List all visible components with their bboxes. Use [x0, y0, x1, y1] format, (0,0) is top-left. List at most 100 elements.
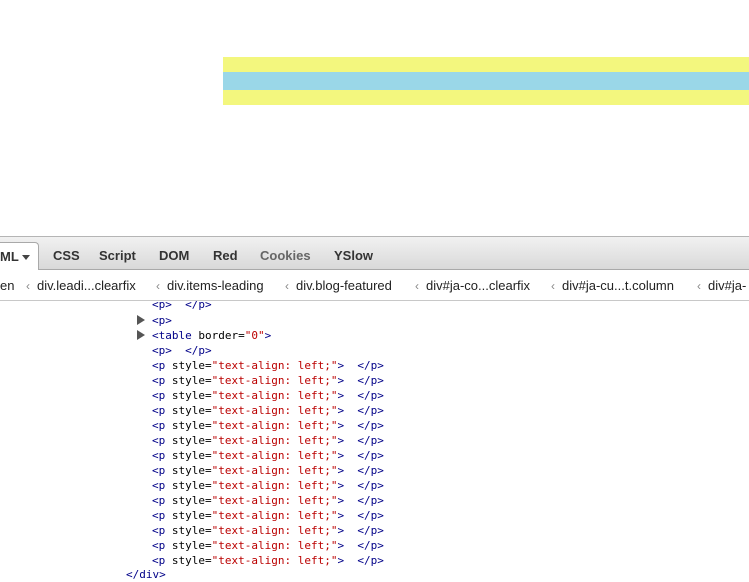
attr-value: "text-align: left;": [211, 539, 338, 552]
attr-value: "text-align: left;": [211, 389, 338, 402]
tag-close: > </p>: [337, 449, 384, 462]
breadcrumb-label: div.leadi...clearfix: [37, 278, 136, 293]
breadcrumb-item[interactable]: ‹ div.items-leading: [156, 278, 264, 293]
attr-value: "text-align: left;": [211, 509, 338, 522]
tab-yslow[interactable]: YSlow: [334, 242, 373, 271]
breadcrumb-item[interactable]: ‹ div#ja-cu...t.column: [551, 278, 674, 293]
breadcrumb-item[interactable]: ‹ div#ja-: [697, 278, 746, 293]
attr-name: style: [171, 539, 205, 552]
attr-value: "text-align: left;": [211, 449, 338, 462]
chevron-left-icon: ‹: [285, 279, 289, 293]
page-viewport: [0, 0, 749, 236]
breadcrumb-label: div#ja-: [708, 278, 747, 293]
tag-name: <p: [152, 464, 166, 477]
tree-node[interactable]: <p style="text-align: left;"> </p>: [152, 433, 384, 448]
attr-name: style: [171, 464, 205, 477]
chevron-down-icon[interactable]: [21, 255, 30, 261]
tag-name: <p: [152, 419, 166, 432]
tag-close: >: [264, 329, 272, 342]
tag-close: > </p>: [337, 539, 384, 552]
tab-dom[interactable]: DOM: [159, 242, 189, 271]
tag-close: > </p>: [337, 479, 384, 492]
attr-name: style: [171, 359, 205, 372]
node-markup: <p> </p>: [152, 301, 212, 311]
attr-value: "text-align: left;": [211, 479, 338, 492]
tree-node[interactable]: <p style="text-align: left;"> </p>: [152, 388, 384, 403]
tag-close: > </p>: [337, 554, 384, 567]
inspect-highlight-content: [223, 72, 749, 90]
tree-node[interactable]: <p style="text-align: left;"> </p>: [152, 523, 384, 538]
attr-name: style: [171, 494, 205, 507]
expand-triangle-icon[interactable]: [137, 330, 145, 340]
attr-name: style: [171, 374, 205, 387]
tag-close: > </p>: [337, 509, 384, 522]
breadcrumb-item[interactable]: en: [0, 278, 14, 293]
tag-close: > </p>: [337, 464, 384, 477]
tag-name: <p: [152, 374, 166, 387]
node-markup: <p> </p>: [152, 344, 212, 357]
chevron-left-icon: ‹: [697, 279, 701, 293]
tab-red[interactable]: Red: [213, 242, 238, 271]
attr-name: style: [171, 389, 205, 402]
tab-css[interactable]: CSS: [53, 242, 80, 271]
attr-name: style: [171, 449, 205, 462]
expand-triangle-icon[interactable]: [137, 315, 145, 325]
attr-name: style: [171, 404, 205, 417]
tree-node[interactable]: <p style="text-align: left;"> </p>: [152, 358, 384, 373]
inspect-highlight-margin-bottom: [223, 90, 749, 105]
tree-node[interactable]: <p style="text-align: left;"> </p>: [152, 403, 384, 418]
tree-node[interactable]: <p style="text-align: left;"> </p>: [152, 478, 384, 493]
breadcrumb-label: div.items-leading: [167, 278, 264, 293]
tab-html[interactable]: ML: [0, 242, 39, 272]
tree-node[interactable]: <p style="text-align: left;"> </p>: [152, 418, 384, 433]
tag-name: <p: [152, 434, 166, 447]
tree-node[interactable]: <p style="text-align: left;"> </p>: [152, 538, 384, 553]
tag-name: <table: [152, 329, 192, 342]
breadcrumb-item[interactable]: ‹ div.leadi...clearfix: [26, 278, 136, 293]
tree-node[interactable]: <p style="text-align: left;"> </p>: [152, 463, 384, 478]
chevron-left-icon: ‹: [26, 279, 30, 293]
tree-node[interactable]: <p> </p>: [152, 343, 212, 358]
tree-node[interactable]: <table border="0">: [152, 328, 271, 343]
attr-value: "text-align: left;": [211, 524, 338, 537]
tag-name: <p: [152, 524, 166, 537]
tree-node[interactable]: <p>: [152, 313, 172, 328]
tree-node[interactable]: <p style="text-align: left;"> </p>: [152, 508, 384, 523]
tag-close: > </p>: [337, 389, 384, 402]
attr-value: "text-align: left;": [211, 419, 338, 432]
tree-node[interactable]: <p style="text-align: left;"> </p>: [152, 448, 384, 463]
attr-value: "text-align: left;": [211, 494, 338, 507]
tag-name: <p: [152, 509, 166, 522]
breadcrumb-label: div.blog-featured: [296, 278, 392, 293]
breadcrumb: en ‹ div.leadi...clearfix ‹ div.items-lead…: [0, 270, 749, 301]
attr-name: style: [171, 554, 205, 567]
node-markup: <p>: [152, 314, 172, 327]
tree-node[interactable]: <p style="text-align: left;"> </p>: [152, 373, 384, 388]
tag-close: > </p>: [337, 524, 384, 537]
tree-node[interactable]: <p> </p>: [152, 301, 212, 312]
html-tree-panel: <p> </p> <p> <table border="0"> <p> </p>…: [0, 301, 749, 582]
tree-node[interactable]: <p style="text-align: left;"> </p>: [152, 553, 384, 568]
node-markup: </div>: [126, 568, 166, 581]
tag-close: > </p>: [337, 419, 384, 432]
attr-name: style: [171, 524, 205, 537]
attr-value: "text-align: left;": [211, 404, 338, 417]
tag-name: <p: [152, 404, 166, 417]
tag-close: > </p>: [337, 359, 384, 372]
breadcrumb-item[interactable]: ‹ div.blog-featured: [285, 278, 392, 293]
attr-name: border: [198, 329, 239, 342]
tab-cookies[interactable]: Cookies: [260, 242, 311, 271]
breadcrumb-label: div#ja-co...clearfix: [426, 278, 531, 293]
tab-script[interactable]: Script: [99, 242, 136, 271]
tree-node[interactable]: </div>: [126, 567, 166, 582]
tab-html-label: ML: [0, 249, 19, 264]
attr-name: style: [171, 479, 205, 492]
tag-close: > </p>: [337, 494, 384, 507]
tag-name: <p: [152, 449, 166, 462]
tag-name: <p: [152, 479, 166, 492]
tree-node[interactable]: <p style="text-align: left;"> </p>: [152, 493, 384, 508]
breadcrumb-item[interactable]: ‹ div#ja-co...clearfix: [415, 278, 530, 293]
tag-name: <p: [152, 359, 166, 372]
chevron-left-icon: ‹: [156, 279, 160, 293]
attr-value: "text-align: left;": [211, 434, 338, 447]
